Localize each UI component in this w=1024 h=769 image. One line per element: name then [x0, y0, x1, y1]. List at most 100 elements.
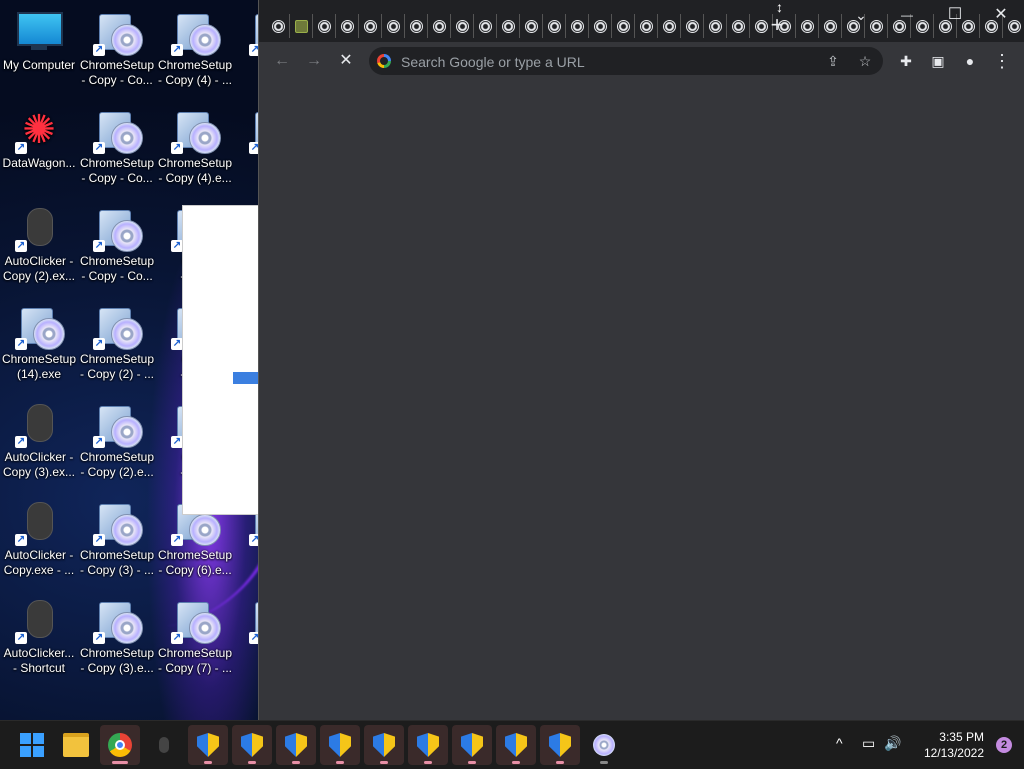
desktop-icon[interactable]: ↗ ChromeSetup - Copy - Co... — [79, 102, 155, 186]
desktop-icon[interactable]: ↗ AutoClicker - Copy (3).ex... — [1, 396, 77, 480]
desktop-icon-label: AutoClicker... — [3, 646, 75, 660]
desktop-icon[interactable]: ↗ ChromeSetup - Copy - Co... — [79, 4, 155, 88]
menu-icon[interactable]: ⋮ — [989, 48, 1015, 74]
tab-search-button[interactable]: ⌄ — [841, 4, 881, 26]
omnibox-input[interactable] — [399, 51, 823, 73]
desktop-icon-label: ChromeSetup — [79, 646, 155, 660]
setup-icon[interactable] — [584, 725, 624, 765]
uac-shield-icon[interactable] — [188, 725, 228, 765]
browser-tab[interactable] — [382, 14, 405, 38]
chrome-window: + ⌄ — ☐ ✕ ← → ✕ ⇪ ☆ ✚ ▣ ● ⋮ — [258, 0, 1024, 720]
desktop-icon-label: Copy (3).ex... — [2, 465, 76, 479]
tab-favicon-icon — [593, 19, 607, 33]
desktop-icon-label: My Computer — [2, 58, 76, 72]
file-explorer-icon[interactable] — [56, 725, 96, 765]
browser-tab[interactable] — [727, 14, 750, 38]
desktop-icon[interactable]: ↗ ChromeSetup - Copy (2).e... — [79, 396, 155, 480]
tab-favicon-icon — [455, 19, 469, 33]
tab-favicon-icon — [432, 19, 446, 33]
setup-icon: ↗ — [93, 498, 143, 546]
system-tray: ^ ▭ 🔊 3:35 PM 12/13/2022 2 — [824, 721, 1024, 769]
stop-loading-button[interactable]: ✕ — [333, 48, 359, 74]
uac-shield-icon[interactable] — [540, 725, 580, 765]
desktop-icon[interactable]: ↗ ChromeSetup (14).exe — [1, 298, 77, 382]
desktop-icon[interactable]: ↗ AutoClicker - Copy.exe - ... — [1, 494, 77, 578]
browser-tab[interactable] — [313, 14, 336, 38]
uac-shield-icon[interactable] — [496, 725, 536, 765]
browser-tab[interactable] — [635, 14, 658, 38]
desktop-icon[interactable]: ↗ ChromeSetup - Copy (3).e... — [79, 592, 155, 676]
browser-tab[interactable] — [428, 14, 451, 38]
uac-shield-icon[interactable] — [452, 725, 492, 765]
desktop-icon[interactable]: ↗ ChromeSetup - Copy (4) - ... — [157, 4, 233, 88]
browser-tab[interactable] — [796, 14, 819, 38]
profile-icon[interactable]: ● — [957, 48, 983, 74]
browser-tab[interactable] — [474, 14, 497, 38]
browser-tab[interactable] — [612, 14, 635, 38]
tab-favicon-icon — [754, 19, 768, 33]
browser-tab[interactable] — [704, 14, 727, 38]
browser-tab[interactable] — [658, 14, 681, 38]
shortcut-arrow-icon: ↗ — [171, 534, 183, 546]
forward-button[interactable]: → — [301, 48, 327, 74]
browser-tab[interactable] — [543, 14, 566, 38]
autoclicker-icon[interactable] — [144, 725, 184, 765]
clock[interactable]: 3:35 PM 12/13/2022 — [924, 729, 984, 761]
desktop-icon-label: ChromeSetup — [157, 156, 233, 170]
setup-icon: ↗ — [171, 596, 221, 644]
desktop-icon-label: - Copy (4).e... — [158, 171, 232, 185]
bookmark-star-icon[interactable]: ☆ — [853, 49, 877, 73]
desktop-icon[interactable]: ↗ AutoClicker... - Shortcut — [1, 592, 77, 676]
browser-tab[interactable] — [336, 14, 359, 38]
desktop-icon-label: - Copy (2) - ... — [79, 367, 154, 381]
network-icon[interactable]: ▭ — [862, 735, 875, 752]
extensions-icon[interactable]: ✚ — [893, 48, 919, 74]
new-tab-button[interactable]: + — [767, 12, 787, 38]
setup-icon: ↗ — [93, 400, 143, 448]
browser-tab[interactable] — [681, 14, 704, 38]
uac-shield-icon[interactable] — [408, 725, 448, 765]
browser-tab[interactable] — [405, 14, 428, 38]
desktop-icon-label: - Copy - Co... — [81, 269, 153, 283]
desktop-icon-label: - Copy - Co... — [81, 73, 153, 87]
browser-tab[interactable] — [451, 14, 474, 38]
desktop-icon[interactable]: ↗ ChromeSetup - Copy (3) - ... — [79, 494, 155, 578]
clock-date: 12/13/2022 — [923, 746, 984, 760]
browser-tab[interactable] — [359, 14, 382, 38]
chrome-icon[interactable] — [100, 725, 140, 765]
uac-shield-icon[interactable] — [364, 725, 404, 765]
maximize-button[interactable]: ☐ — [935, 4, 975, 26]
desktop-icon-label: (14).exe — [16, 367, 62, 381]
close-button[interactable]: ✕ — [981, 4, 1021, 26]
back-button[interactable]: ← — [269, 48, 295, 74]
browser-tab[interactable] — [819, 14, 842, 38]
start-button[interactable] — [12, 725, 52, 765]
desktop-icon[interactable]: ✺ ↗ DataWagon... — [1, 102, 77, 171]
uac-shield-icon[interactable] — [320, 725, 360, 765]
browser-tab[interactable] — [589, 14, 612, 38]
uac-shield-icon[interactable] — [276, 725, 316, 765]
desktop-icon[interactable]: ↗ ChromeSetup - Copy (7) - ... — [157, 592, 233, 676]
browser-tab[interactable] — [520, 14, 543, 38]
browser-tab[interactable] — [497, 14, 520, 38]
desktop-icon[interactable]: ↗ ChromeSetup - Copy - Co... — [79, 200, 155, 284]
omnibox[interactable]: ⇪ ☆ — [369, 47, 883, 75]
browser-tab[interactable] — [566, 14, 589, 38]
desktop-icon-label: - Shortcut — [12, 661, 66, 675]
minimize-button[interactable]: — — [887, 4, 927, 26]
desktop-icon-label: ChromeSetup — [157, 646, 233, 660]
volume-icon[interactable]: 🔊 — [884, 735, 901, 752]
desktop-icon[interactable]: ↗ ChromeSetup - Copy (2) - ... — [79, 298, 155, 382]
desktop-icon-label: - Copy - Co... — [81, 171, 153, 185]
desktop-icon[interactable]: ↗ AutoClicker - Copy (2).ex... — [1, 200, 77, 284]
share-icon[interactable]: ⇪ — [821, 49, 845, 73]
tray-chevron-icon[interactable]: ^ — [836, 735, 843, 751]
desktop-icon[interactable]: My Computer — [1, 4, 77, 73]
uac-shield-icon[interactable] — [232, 725, 272, 765]
desktop-icon-label: - Copy (3) - ... — [79, 563, 154, 577]
browser-tab[interactable] — [290, 14, 313, 38]
browser-tab[interactable] — [267, 14, 290, 38]
notification-badge[interactable]: 2 — [996, 737, 1012, 753]
side-panel-icon[interactable]: ▣ — [925, 48, 951, 74]
desktop-icon[interactable]: ↗ ChromeSetup - Copy (4).e... — [157, 102, 233, 186]
